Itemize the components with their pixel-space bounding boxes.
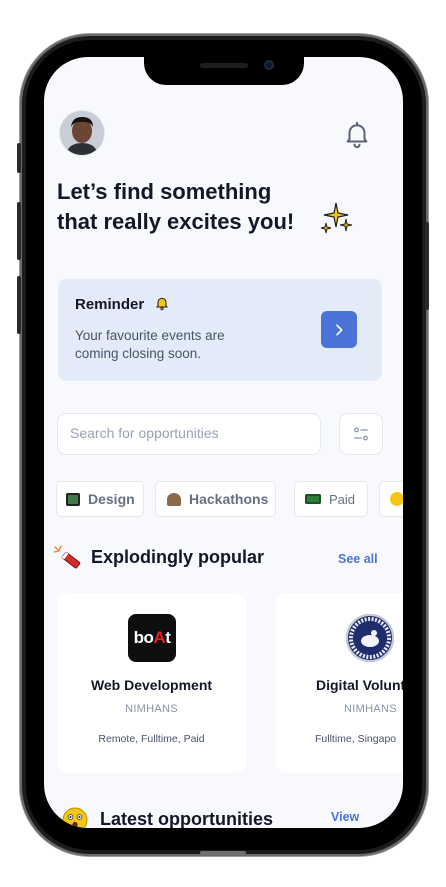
see-all-link[interactable]: See all (338, 552, 378, 566)
card-organization: NIMHANS (344, 703, 397, 715)
card-details: Fulltime, Singapo (315, 733, 397, 745)
front-camera (264, 60, 274, 70)
chip-paid[interactable]: Paid (295, 482, 367, 516)
person-at-laptop-icon (167, 492, 181, 506)
reminder-open-button[interactable] (321, 311, 357, 348)
volume-up-button (17, 202, 21, 260)
thinking-face-icon (390, 492, 403, 506)
opportunity-card-digital-volunteer[interactable]: Digital Volunt NIMHANS Fulltime, Singapo (276, 593, 403, 773)
chip-hackathons[interactable]: Hackathons (156, 482, 275, 516)
avatar[interactable] (60, 111, 104, 155)
speaker (200, 63, 248, 68)
chip-label: Design (88, 491, 135, 507)
page-title: Let’s find something that really excites… (57, 177, 347, 237)
reminder-text-line-1: Your favourite events are (75, 328, 225, 343)
reminder-text-line-2: coming closing soon. (75, 346, 202, 361)
card-organization: NIMHANS (125, 703, 178, 715)
headline-line-1: Let’s find something (57, 179, 272, 204)
reminder-title: Reminder (75, 296, 145, 313)
chip-design[interactable]: Design (57, 482, 143, 516)
view-link[interactable]: View (331, 810, 359, 824)
filter-button[interactable] (340, 414, 382, 454)
reminder-card: Reminder Your favourite events are comin… (58, 279, 382, 381)
headline-line-2: that really excites you! (57, 209, 295, 234)
notifications-bell-icon[interactable] (342, 119, 372, 149)
latest-section-title: Latest opportunities (100, 809, 274, 828)
card-details: Remote, Fulltime, Paid (98, 733, 205, 745)
power-button (425, 222, 429, 310)
astonished-face-icon (62, 807, 88, 828)
search-placeholder: Search for opportunities (70, 425, 219, 441)
search-input[interactable]: Search for opportunities (58, 414, 320, 454)
notch (144, 57, 304, 85)
chip-label: Paid (329, 491, 356, 507)
chevron-right-icon (336, 324, 343, 335)
chip-label: Hackathons (189, 491, 269, 507)
home-indicator (200, 851, 246, 855)
popular-section-title: Explodingly popular (91, 547, 265, 567)
reminder-bell-icon (154, 295, 170, 311)
reminder-text: Your favourite events are coming closing… (75, 327, 245, 363)
boat-logo: boAt (128, 614, 176, 662)
app-screen: Let’s find something that really excites… (44, 57, 403, 828)
card-title: Digital Volunt (316, 677, 403, 693)
nimhans-seal-logo (346, 614, 394, 662)
filter-sliders-icon (354, 427, 368, 441)
volume-down-button (17, 276, 21, 334)
dollar-bill-icon (305, 494, 321, 504)
picture-icon (66, 492, 80, 506)
sparkles-icon (316, 199, 356, 239)
chip-more[interactable] (380, 482, 403, 516)
mute-switch (17, 143, 21, 173)
firecracker-icon (53, 544, 85, 572)
opportunity-card-web-development[interactable]: boAt Web Development NIMHANS Remote, Ful… (57, 593, 246, 773)
card-title: Web Development (90, 677, 213, 693)
avatar-image (60, 111, 104, 155)
